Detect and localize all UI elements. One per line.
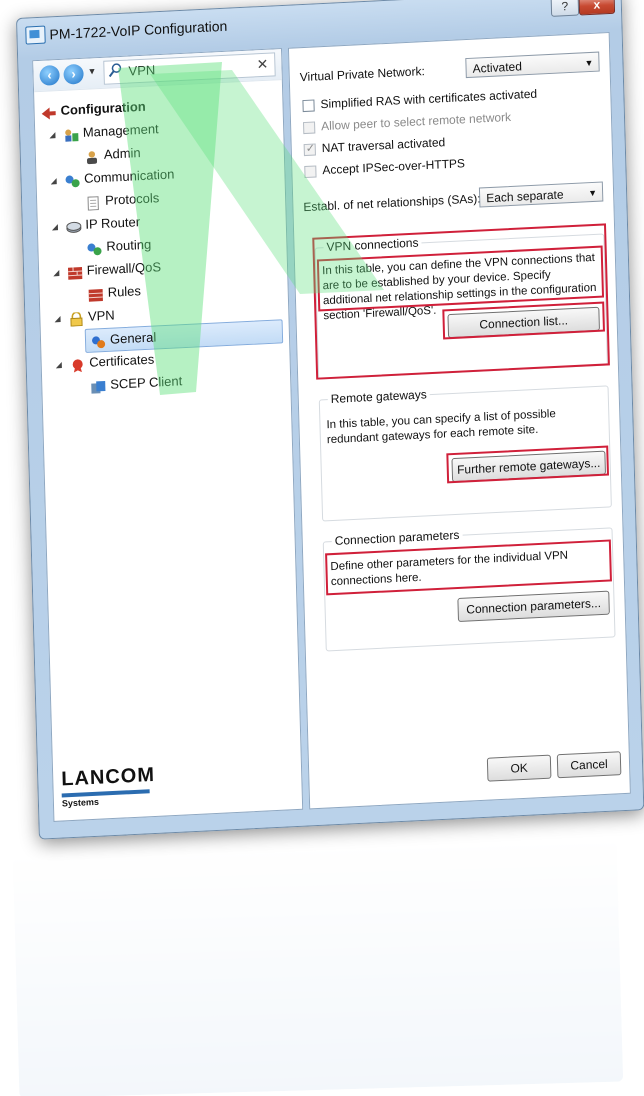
lancom-logo: LANCOM Systems (61, 764, 156, 809)
window-reflection (12, 841, 624, 1096)
app-icon (25, 25, 46, 45)
allow-peer-checkbox[interactable] (303, 121, 316, 135)
tree-item-firewall-qos[interactable]: ◢ Firewall/QoS (53, 256, 162, 283)
forward-arrow-icon[interactable]: › (63, 63, 84, 85)
expand-icon[interactable]: ◢ (53, 262, 64, 284)
vpn-select-value: Activated (472, 59, 523, 76)
chevron-down-icon: ▼ (584, 57, 594, 69)
nat-traversal-checkbox[interactable] (303, 143, 316, 157)
close-button[interactable]: x (578, 0, 616, 16)
admin-icon (84, 149, 100, 164)
expand-icon[interactable]: ◢ (49, 124, 60, 146)
back-arrow-icon[interactable]: ‹ (39, 64, 60, 86)
firewall-icon (67, 265, 83, 280)
history-dropdown-icon[interactable]: ▼ (87, 66, 96, 76)
config-window: PM-1722-VoIP Configuration ? x ‹ › ▼ VPN… (16, 0, 644, 840)
allow-peer-label: Allow peer to select remote network (320, 109, 512, 134)
tree-item-rules[interactable]: Rules (87, 280, 141, 305)
chevron-down-icon: ▼ (588, 187, 598, 199)
expand-icon[interactable]: ◢ (55, 353, 66, 375)
search-value: VPN (128, 62, 156, 79)
tree-item-protocols[interactable]: Protocols (85, 187, 160, 213)
accept-ipsec-checkbox[interactable] (304, 165, 317, 179)
establ-label: Establ. of net relationships (SAs): (303, 191, 481, 215)
accept-ipsec-label: Accept IPSec-over-HTTPS (322, 156, 466, 178)
cancel-button[interactable]: Cancel (556, 751, 622, 779)
expand-icon[interactable]: ◢ (50, 170, 61, 192)
reflection-background (12, 841, 624, 1096)
clear-search-icon[interactable]: ✕ (256, 56, 268, 74)
establ-select[interactable]: Each separate ▼ (478, 181, 604, 208)
tree-item-scep-client[interactable]: SCEP Client (90, 370, 183, 396)
expand-icon[interactable]: ◢ (54, 307, 65, 329)
remote-gateways-title: Remote gateways (327, 387, 430, 407)
nat-traversal-label: NAT traversal activated (321, 135, 446, 156)
scep-client-icon (90, 379, 106, 394)
nav-toolbar: ‹ › ▼ VPN ✕ (33, 49, 282, 93)
rules-icon (88, 287, 104, 302)
logo-main: LANCOM (60, 763, 156, 791)
router-icon (65, 219, 82, 234)
certificate-icon (69, 357, 85, 373)
settings-pane: Virtual Private Network: Activated ▼ Sim… (287, 32, 631, 810)
navigation-pane: ‹ › ▼ VPN ✕ Configuration ◢ Management A… (32, 48, 304, 822)
document-icon (85, 195, 101, 211)
tree-item-ip-router[interactable]: ◢ IP Router (52, 211, 141, 237)
simplified-ras-label: Simplified RAS with certificates activat… (320, 86, 538, 112)
expand-icon[interactable]: ◢ (52, 216, 63, 238)
routing-icon (86, 241, 102, 256)
connection-parameters-title: Connection parameters (331, 527, 463, 549)
tree-item-vpn[interactable]: ◢ VPN (54, 304, 115, 329)
tree-item-routing[interactable]: Routing (86, 234, 151, 259)
ok-button[interactable]: OK (486, 754, 552, 782)
establ-select-value: Each separate (486, 187, 564, 206)
vpn-select[interactable]: Activated ▼ (465, 51, 600, 79)
simplified-ras-checkbox[interactable] (302, 99, 315, 113)
communication-icon (64, 173, 80, 188)
stage: PM-1722-VoIP Configuration ? x ‹ › ▼ VPN… (0, 0, 644, 1096)
tree-item-admin[interactable]: Admin (84, 142, 141, 167)
management-icon (63, 127, 79, 142)
lock-icon (68, 311, 84, 327)
vpn-label: Virtual Private Network: (299, 64, 425, 85)
connection-parameters-button[interactable]: Connection parameters... (457, 590, 610, 622)
window-title: PM-1722-VoIP Configuration (49, 17, 228, 43)
tree-item-management[interactable]: ◢ Management (49, 118, 159, 145)
search-input[interactable]: VPN ✕ (103, 52, 276, 85)
general-icon (90, 333, 106, 348)
help-button[interactable]: ? (550, 0, 580, 17)
search-icon (108, 63, 122, 78)
configuration-icon (40, 105, 56, 120)
remote-gateways-text: In this table, you can specify a list of… (326, 408, 556, 447)
